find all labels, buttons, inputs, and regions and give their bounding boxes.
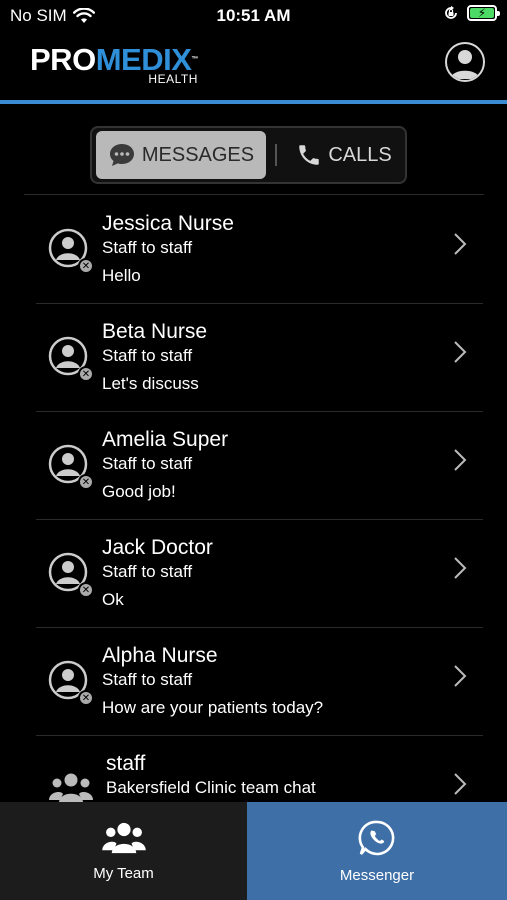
conversation-type: Staff to staff (102, 562, 193, 581)
user-offline-icon: ✕ (48, 336, 94, 382)
bottom-tab-bar: My Team Messenger (0, 802, 507, 900)
app-header: PROMEDIX™ HEALTH (0, 32, 507, 102)
conversation-row[interactable]: ✕ Beta Nurse Staff to staff Let's discus… (0, 304, 507, 412)
user-offline-icon: ✕ (48, 660, 94, 706)
chevron-right-icon (454, 449, 467, 471)
conversation-row[interactable]: ✕ Alpha Nurse Staff to staff How are you… (0, 628, 507, 736)
conversation-type: Staff to staff (102, 670, 193, 689)
logo-trademark: ™ (191, 56, 198, 63)
chevron-right-icon (454, 233, 467, 255)
status-bar: No SIM 10:51 AM ⚡ (0, 0, 507, 32)
orientation-lock-icon (445, 5, 457, 19)
conversation-last-message: Ok (102, 590, 124, 609)
tab-my-team-label: My Team (93, 864, 154, 882)
tab-calls[interactable]: CALLS (288, 131, 400, 179)
battery-charging-icon: ⚡ (467, 5, 500, 21)
phone-icon (299, 145, 320, 165)
conversation-last-message: Let's discuss (102, 374, 199, 393)
list-top-divider (24, 194, 484, 195)
conversation-name: Jack Doctor (102, 536, 213, 559)
segment-separator (275, 144, 277, 166)
messages-calls-toggle: MESSAGES CALLS (90, 126, 407, 184)
profile-button[interactable] (445, 42, 485, 82)
user-offline-icon: ✕ (48, 552, 94, 598)
conversation-row[interactable]: ✕ Jack Doctor Staff to staff Ok (0, 520, 507, 628)
conversation-type: Bakersfield Clinic team chat (106, 778, 316, 797)
conversation-last-message: Hello (102, 266, 141, 285)
chevron-right-icon (454, 341, 467, 363)
conversation-last-message: Good job! (102, 482, 176, 501)
whatsapp-chat-icon (358, 820, 395, 855)
offline-badge-icon: ✕ (78, 474, 94, 490)
team-icon (101, 822, 146, 853)
offline-badge-icon: ✕ (78, 690, 94, 706)
tab-messages[interactable]: MESSAGES (96, 131, 266, 179)
conversation-list: ✕ Jessica Nurse Staff to staff Hello ✕ B… (0, 196, 507, 802)
user-offline-icon: ✕ (48, 228, 94, 274)
tab-my-team[interactable]: My Team (0, 802, 247, 900)
user-offline-icon: ✕ (48, 444, 94, 490)
tab-messenger-label: Messenger (339, 866, 415, 884)
logo-pro: PRO (30, 42, 96, 77)
tab-messages-label: MESSAGES (141, 143, 255, 166)
group-icon (49, 773, 93, 802)
offline-badge-icon: ✕ (78, 258, 94, 274)
status-right: ⚡ (443, 5, 500, 21)
conversation-type: Staff to staff (102, 238, 193, 257)
conversation-name: Jessica Nurse (102, 212, 234, 235)
chevron-right-icon (454, 773, 467, 795)
conversation-name: Alpha Nurse (102, 644, 218, 667)
conversation-row-group[interactable]: staff Bakersfield Clinic team chat (0, 736, 507, 802)
user-circle-icon (450, 50, 480, 79)
offline-badge-icon: ✕ (78, 366, 94, 382)
chat-bubble-icon (109, 144, 134, 166)
chevron-right-icon (454, 665, 467, 687)
conversation-name: Beta Nurse (102, 320, 208, 343)
tab-calls-label: CALLS (328, 143, 392, 166)
tab-messenger[interactable]: Messenger (247, 802, 507, 900)
conversation-row[interactable]: ✕ Amelia Super Staff to staff Good job! (0, 412, 507, 520)
conversation-name: Amelia Super (102, 428, 229, 451)
conversation-row[interactable]: ✕ Jessica Nurse Staff to staff Hello (0, 196, 507, 304)
conversation-type: Staff to staff (102, 454, 193, 473)
header-divider (0, 100, 507, 104)
promedix-logo: PROMEDIX™ HEALTH (30, 44, 198, 86)
conversation-name: staff (106, 752, 146, 775)
conversation-last-message: How are your patients today? (102, 698, 324, 717)
conversation-type: Staff to staff (102, 346, 193, 365)
status-time: 10:51 AM (216, 6, 291, 25)
chevron-right-icon (454, 557, 467, 579)
offline-badge-icon: ✕ (78, 582, 94, 598)
